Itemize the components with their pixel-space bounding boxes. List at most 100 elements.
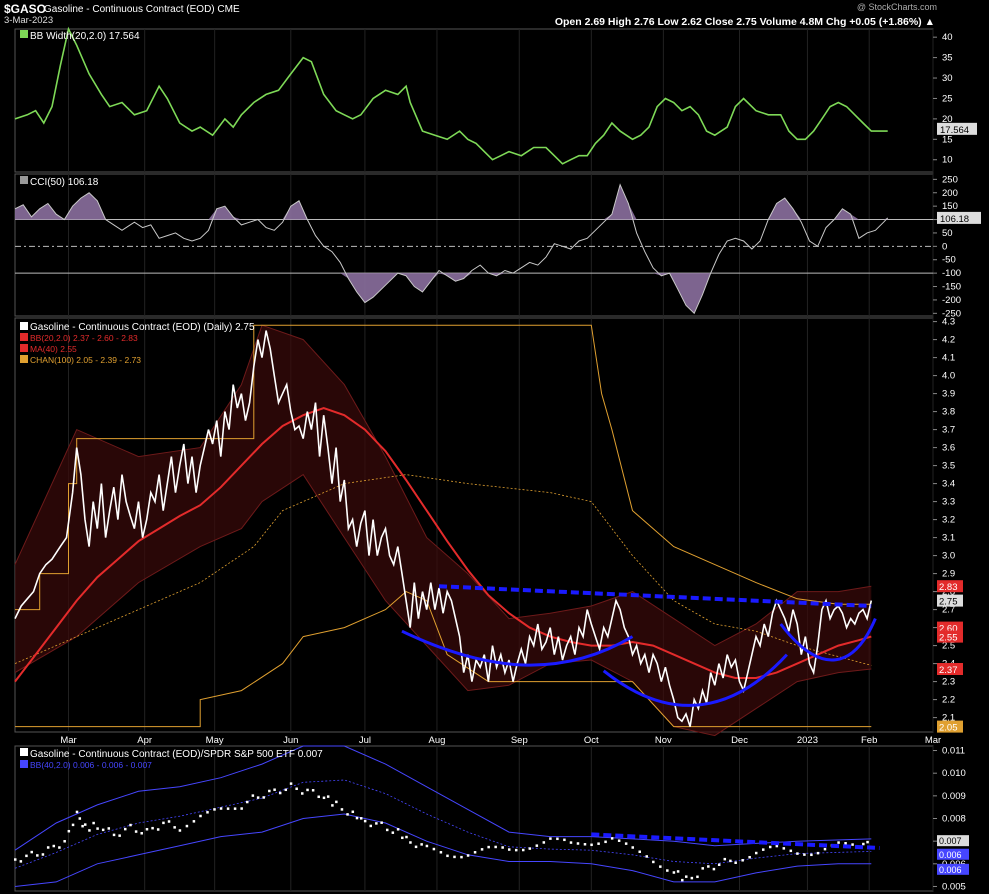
ratio-point xyxy=(624,842,628,845)
ratio-point xyxy=(363,819,367,823)
panel-frame-cci xyxy=(14,173,934,317)
ratio-point xyxy=(226,807,230,810)
ratio-trendline-annotation xyxy=(591,832,880,850)
ratio-point xyxy=(480,848,484,851)
legend-ratio: Gasoline - Continuous Contract (EOD)/SPD… xyxy=(30,749,323,760)
panel-frame-ratio xyxy=(14,745,934,892)
legend-cci: CCI(50) 106.18 xyxy=(30,177,99,188)
ratio-point xyxy=(685,875,688,878)
ratio-point xyxy=(14,858,17,861)
ratio-point xyxy=(295,787,298,791)
ratio-point xyxy=(734,861,737,864)
ratio-point xyxy=(233,807,237,810)
last-value-cci: 106.18 xyxy=(940,214,969,225)
legend-bbwidth: BB Width(20,2.0) 17.564 xyxy=(30,31,140,42)
ratio-point xyxy=(331,804,334,807)
ratio-point xyxy=(401,836,404,840)
ratio-point xyxy=(862,842,865,846)
ratio-point xyxy=(67,829,71,833)
x-tick-label: Oct xyxy=(584,735,599,746)
ratio-point xyxy=(507,848,511,851)
x-tick-label: Sep xyxy=(511,735,528,746)
y-tick-label: 0.010 xyxy=(942,768,966,779)
legend-swatch xyxy=(20,355,28,363)
ratio-point xyxy=(317,795,320,799)
x-tick-label: Apr xyxy=(137,735,152,746)
legend-price-3: CHAN(100) 2.05 - 2.39 - 2.73 xyxy=(30,355,141,365)
ratio-point xyxy=(707,865,710,868)
y-tick-label: 0.008 xyxy=(942,814,966,825)
ratio-point xyxy=(514,848,518,852)
y-tick-label: 2.2 xyxy=(942,695,955,706)
ratio-point xyxy=(369,824,373,828)
legend-swatch xyxy=(20,176,28,184)
ratio-point xyxy=(351,810,355,814)
legend-swatch xyxy=(20,333,28,341)
y-tick-label: 3.7 xyxy=(942,425,955,436)
ratio-point xyxy=(604,840,607,844)
ratio-point xyxy=(768,845,772,849)
ratio-point xyxy=(556,837,559,841)
ratio-point xyxy=(425,844,429,848)
ratio-point xyxy=(666,869,669,872)
ratio-point xyxy=(206,811,209,814)
ratio-point xyxy=(145,827,149,831)
ratio-point xyxy=(810,853,813,857)
ratio-point xyxy=(346,813,349,816)
y-tick-label: 4.1 xyxy=(942,353,955,364)
y-tick-label: 4.2 xyxy=(942,335,955,346)
y-tick-label: 3.0 xyxy=(942,551,955,562)
ratio-point xyxy=(311,789,315,792)
ratio-point xyxy=(754,851,758,855)
ratio-point xyxy=(729,859,732,863)
ratio-point xyxy=(380,821,383,824)
ratio-point xyxy=(306,788,309,792)
ratio-point xyxy=(41,853,45,856)
y-tick-label: 40 xyxy=(942,32,953,43)
ratio-point xyxy=(359,817,363,820)
ratio-point xyxy=(355,816,359,820)
legend-swatch xyxy=(20,30,28,38)
x-tick-label: Dec xyxy=(731,735,748,746)
ratio-point xyxy=(129,823,132,827)
cci-line xyxy=(14,183,889,315)
price-tag-label: 2.37 xyxy=(939,665,958,676)
ratio-point xyxy=(268,789,271,793)
ratio-point xyxy=(192,820,196,823)
ratio-point xyxy=(83,823,87,826)
ratio-point xyxy=(46,846,50,849)
ratio-point xyxy=(597,842,600,845)
ratio-point xyxy=(439,851,443,854)
legend-swatch xyxy=(20,322,28,330)
ratio-point xyxy=(576,842,580,845)
y-tick-label: 3.1 xyxy=(942,533,955,544)
y-tick-label: 3.4 xyxy=(942,479,955,490)
ratio-point xyxy=(219,807,223,810)
ratio-point xyxy=(92,821,95,825)
ratio-point xyxy=(549,837,552,840)
ratio-point xyxy=(659,865,662,868)
x-tick-label: Aug xyxy=(428,735,445,746)
ratio-point xyxy=(251,794,255,797)
x-tick-label: Nov xyxy=(655,735,672,746)
ratio-point xyxy=(487,845,490,849)
ratio-point xyxy=(123,827,127,831)
y-tick-label: 150 xyxy=(942,201,958,212)
ratio-point xyxy=(213,808,216,811)
last-value-bbwidth: 17.564 xyxy=(940,125,969,136)
ratio-point xyxy=(501,846,504,849)
x-tick-label: May xyxy=(206,735,224,746)
ratio-point xyxy=(645,855,648,858)
ratio-point xyxy=(340,808,344,811)
ratio-point xyxy=(414,845,418,849)
ratio-point xyxy=(81,824,84,828)
ratio-point xyxy=(610,837,614,840)
y-tick-label: 0.005 xyxy=(942,881,966,892)
legend-swatch xyxy=(20,344,28,352)
ratio-point xyxy=(446,854,449,858)
x-tick-label: Mar xyxy=(925,735,941,746)
y-tick-label: 0.009 xyxy=(942,791,966,802)
ratio-point xyxy=(528,847,532,850)
ratio-point xyxy=(466,854,470,857)
x-tick-label: 2023 xyxy=(797,735,818,746)
